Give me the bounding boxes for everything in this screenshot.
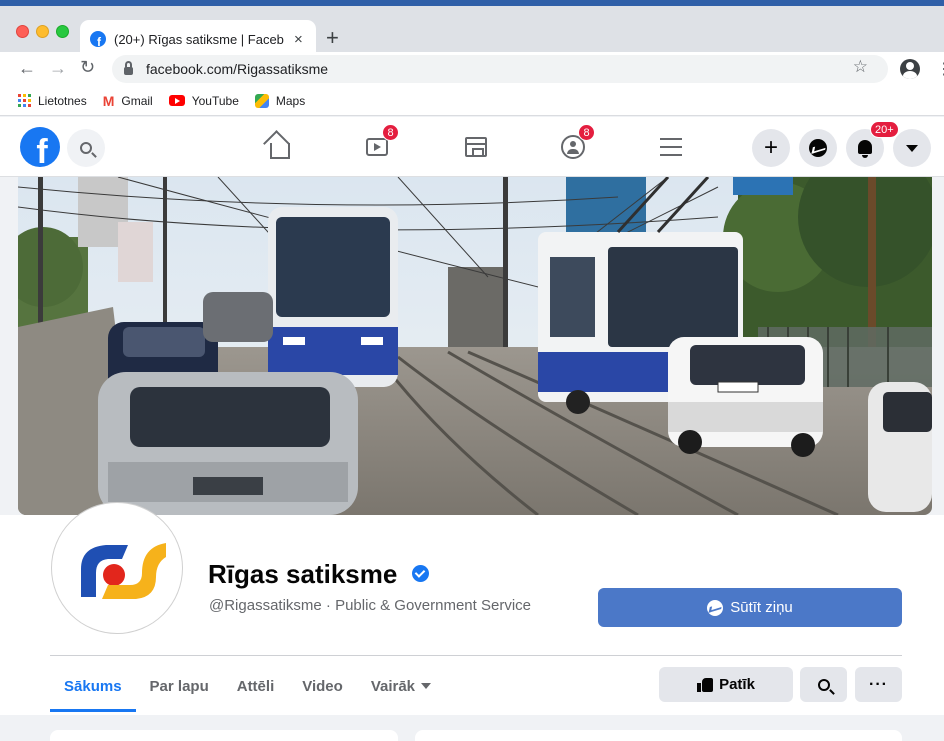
back-arrow-icon[interactable]: ← bbox=[18, 58, 36, 79]
messenger-button[interactable] bbox=[799, 129, 837, 167]
facebook-logo-icon[interactable]: f bbox=[20, 127, 60, 167]
browser-profile-icon[interactable] bbox=[900, 59, 920, 79]
bookmark-youtube[interactable]: YouTube bbox=[168, 93, 239, 108]
more-options-button[interactable]: ··· bbox=[855, 667, 902, 702]
caret-down-icon bbox=[421, 683, 432, 689]
facebook-header: f 8 8 + 20+ bbox=[0, 117, 944, 177]
bookmark-star-icon[interactable]: ☆ bbox=[853, 57, 868, 77]
forward-arrow-icon[interactable]: → bbox=[49, 58, 67, 79]
like-label: Patīk bbox=[719, 676, 755, 693]
watch-video-icon bbox=[366, 138, 388, 156]
tab-about[interactable]: Par lapu bbox=[136, 660, 223, 712]
search-icon bbox=[817, 678, 830, 691]
rigas-satiksme-logo-icon bbox=[56, 507, 178, 629]
groups-nav-button[interactable]: 8 bbox=[558, 124, 595, 162]
send-message-label: Sūtīt ziņu bbox=[730, 599, 793, 616]
apps-grid-icon bbox=[18, 94, 31, 107]
minimize-window-button[interactable] bbox=[36, 25, 49, 38]
bookmark-label: Lietotnes bbox=[38, 93, 87, 108]
page-subtitle: @Rigassatiksme · Public & Government Ser… bbox=[209, 597, 532, 614]
page-title: Rīgas satiksme bbox=[208, 559, 398, 589]
create-button[interactable]: + bbox=[752, 129, 790, 167]
post-card bbox=[415, 730, 902, 741]
plus-icon: + bbox=[763, 134, 778, 161]
browser-menu-icon[interactable]: ⋮ bbox=[936, 59, 944, 79]
bookmark-label: Maps bbox=[275, 93, 306, 108]
search-icon bbox=[80, 142, 92, 154]
groups-badge: 8 bbox=[578, 124, 595, 141]
page-search-button[interactable] bbox=[800, 667, 847, 702]
watch-nav-button[interactable]: 8 bbox=[362, 124, 399, 162]
notifications-button[interactable]: 20+ bbox=[846, 121, 899, 167]
marketplace-nav-button[interactable] bbox=[461, 132, 491, 162]
menu-nav-button[interactable] bbox=[656, 132, 686, 162]
maps-icon bbox=[254, 93, 269, 108]
gmail-icon: M bbox=[102, 92, 115, 109]
reload-icon[interactable]: ↻ bbox=[80, 57, 95, 78]
watch-badge: 8 bbox=[382, 124, 399, 141]
hamburger-menu-icon bbox=[660, 138, 682, 156]
bookmark-label: Gmail bbox=[121, 93, 153, 108]
url-text[interactable]: facebook.com/Rigassatiksme bbox=[146, 61, 328, 77]
maximize-window-button[interactable] bbox=[56, 25, 69, 38]
tab-close-icon[interactable]: × bbox=[294, 31, 303, 48]
omnibox[interactable]: facebook.com/Rigassatiksme ☆ bbox=[112, 55, 888, 83]
bookmark-gmail[interactable]: M Gmail bbox=[103, 93, 153, 109]
new-tab-button[interactable]: + bbox=[326, 27, 339, 49]
cover-photo[interactable] bbox=[18, 177, 932, 515]
bookmark-label: YouTube bbox=[191, 93, 239, 108]
facebook-search-button[interactable] bbox=[67, 129, 105, 167]
cover-photo-image bbox=[18, 177, 932, 515]
send-message-button[interactable]: Sūtīt ziņu bbox=[598, 588, 902, 627]
close-window-button[interactable] bbox=[16, 25, 29, 38]
messenger-icon bbox=[809, 139, 827, 157]
thumbs-up-icon bbox=[697, 677, 714, 692]
section-divider bbox=[50, 655, 902, 656]
tab-home[interactable]: Sākums bbox=[50, 660, 136, 712]
lock-icon bbox=[124, 61, 133, 75]
facebook-favicon-icon: f bbox=[90, 31, 106, 47]
intro-card bbox=[50, 730, 398, 741]
bookmarks-bar: Lietotnes M Gmail YouTube Maps bbox=[0, 86, 944, 116]
bell-icon bbox=[858, 139, 872, 158]
youtube-icon bbox=[168, 95, 185, 106]
bookmark-maps[interactable]: Maps bbox=[254, 93, 306, 108]
page-tabs: Sākums Par lapu Attēli Video Vairāk bbox=[50, 660, 445, 712]
tab-photos[interactable]: Attēli bbox=[223, 660, 289, 712]
notifications-badge: 20+ bbox=[870, 121, 899, 138]
marketplace-icon bbox=[465, 137, 487, 157]
tab-more[interactable]: Vairāk bbox=[357, 660, 445, 712]
home-nav-button[interactable] bbox=[265, 132, 295, 162]
bookmark-apps[interactable]: Lietotnes bbox=[18, 94, 87, 108]
account-menu-button[interactable] bbox=[893, 129, 931, 167]
verified-badge-icon bbox=[412, 565, 429, 582]
address-bar-row: ← → ↻ facebook.com/Rigassatiksme ☆ ⋮ bbox=[0, 52, 944, 86]
tab-title: (20+) Rīgas satiksme | Facebook bbox=[114, 31, 284, 47]
page-avatar[interactable] bbox=[52, 503, 182, 633]
tab-videos[interactable]: Video bbox=[288, 660, 357, 712]
caret-down-icon bbox=[906, 144, 918, 152]
home-icon bbox=[270, 143, 290, 159]
messenger-icon bbox=[707, 599, 724, 616]
like-button[interactable]: Patīk bbox=[659, 667, 793, 702]
more-dots-icon: ··· bbox=[869, 675, 888, 693]
browser-tab-bar: f (20+) Rīgas satiksme | Facebook × + bbox=[0, 6, 944, 58]
